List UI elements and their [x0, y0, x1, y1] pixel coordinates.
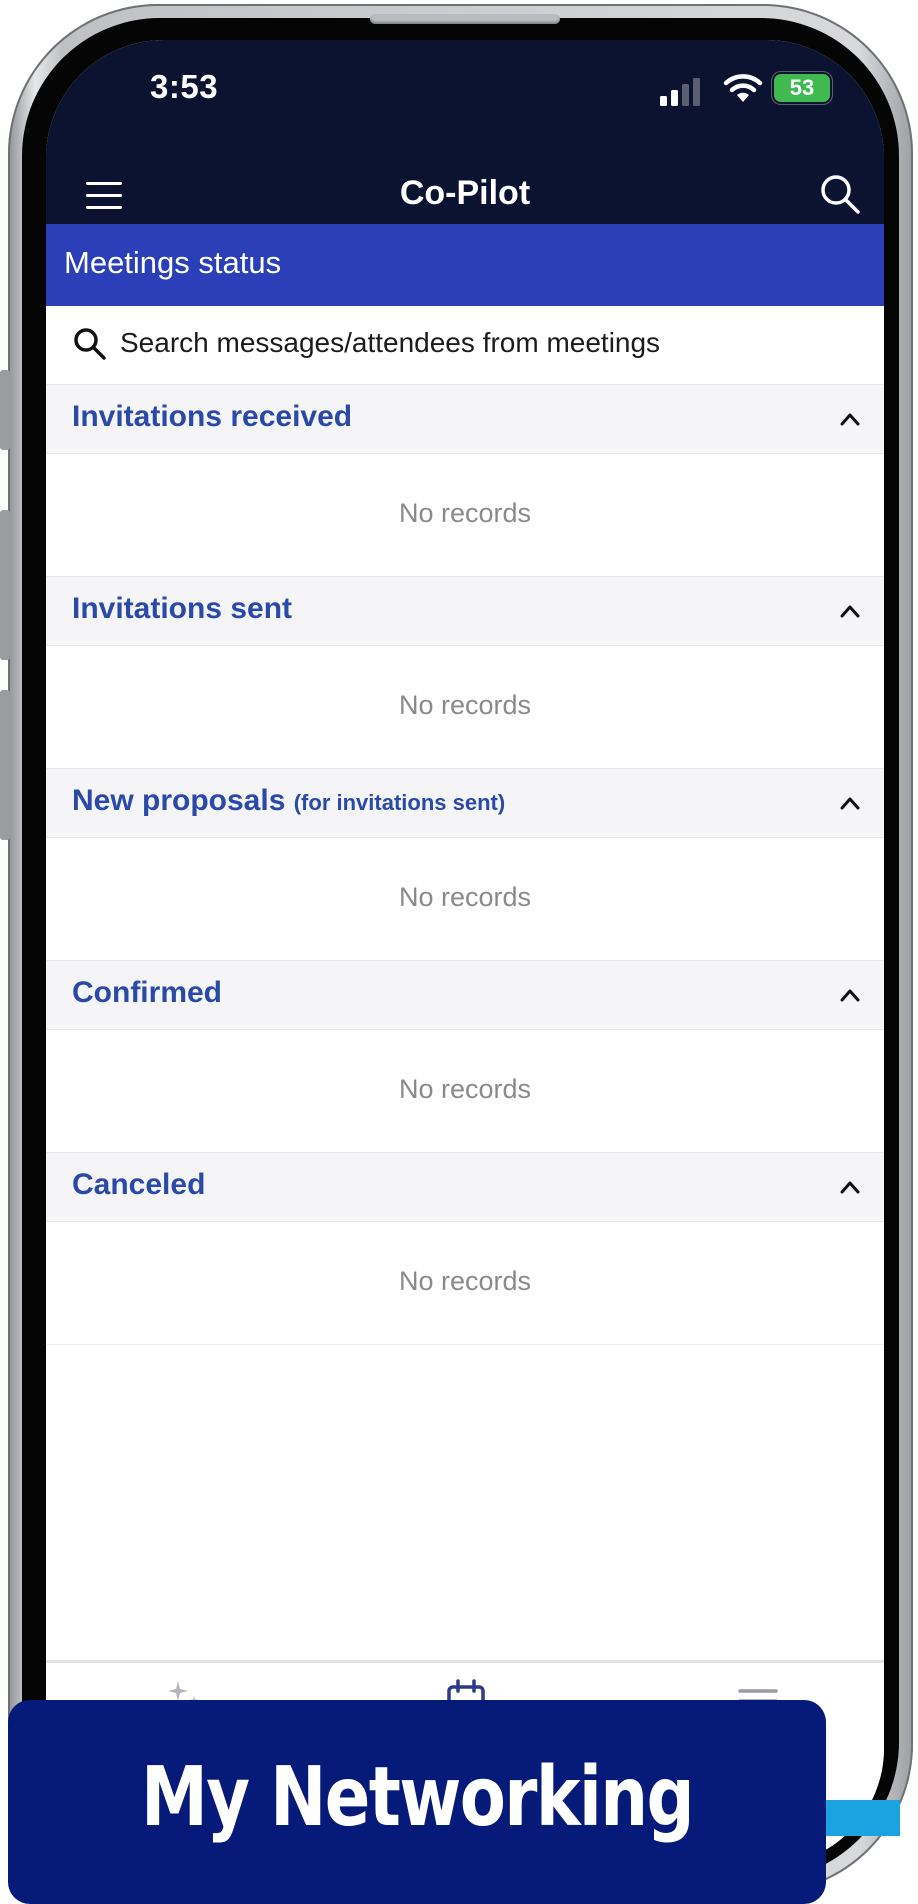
page-title: Meetings status — [64, 245, 282, 280]
section-title: Confirmed — [72, 976, 222, 1009]
promo-canvas: 3:53 53 Co-Pilot Meetings status Search … — [0, 0, 918, 1904]
section-body: No records — [46, 646, 884, 769]
section-invitations-received: Invitations received No records — [46, 384, 884, 577]
search-bar — [46, 306, 884, 384]
section-title: Invitations sent — [72, 592, 293, 625]
section-header[interactable]: New proposals (for invitations sent) — [46, 768, 884, 838]
section-confirmed: Confirmed No records — [46, 960, 884, 1153]
cellular-signal-icon — [660, 78, 700, 106]
meetings-status-banner: Meetings status — [46, 224, 884, 306]
section-body: No records — [46, 1030, 884, 1153]
section-title: New proposals (for invitations sent) — [72, 784, 506, 817]
status-time: 3:53 — [150, 68, 219, 105]
section-header[interactable]: Invitations received — [46, 384, 884, 454]
search-icon[interactable] — [818, 172, 862, 216]
section-header[interactable]: Confirmed — [46, 960, 884, 1030]
phone-screen: 3:53 53 Co-Pilot Meetings status Search … — [46, 40, 884, 1866]
mute-switch — [0, 370, 10, 450]
chevron-up-icon[interactable] — [838, 409, 862, 429]
volume-down-button — [0, 690, 10, 840]
phone-speaker — [370, 14, 560, 24]
empty-state-text: No records — [398, 882, 532, 912]
section-canceled: Canceled No records — [46, 1152, 884, 1345]
volume-up-button — [0, 510, 10, 660]
magnifier-icon — [74, 328, 106, 360]
feature-label-banner: My Networking — [8, 1700, 826, 1904]
section-invitations-sent: Invitations sent No records — [46, 576, 884, 769]
section-header[interactable]: Invitations sent — [46, 576, 884, 646]
app-title: Co-Pilot — [399, 174, 531, 212]
search-input[interactable] — [120, 322, 820, 364]
section-subtitle: (for invitations sent) — [293, 790, 506, 815]
section-title: Invitations received — [72, 400, 353, 433]
empty-state-text: No records — [398, 498, 532, 528]
battery-indicator: 53 — [774, 74, 830, 102]
section-header[interactable]: Canceled — [46, 1152, 884, 1222]
section-body: No records — [46, 1222, 884, 1345]
chevron-up-icon[interactable] — [838, 1177, 862, 1197]
empty-state-text: No records — [398, 1266, 532, 1296]
status-bar: 3:53 53 — [46, 40, 884, 168]
chevron-up-icon[interactable] — [838, 601, 862, 621]
empty-state-text: No records — [398, 690, 532, 720]
chevron-up-icon[interactable] — [838, 985, 862, 1005]
feature-label: My Networking — [140, 1750, 695, 1845]
chevron-up-icon[interactable] — [838, 793, 862, 813]
empty-state-text: No records — [398, 1074, 532, 1104]
section-new-proposals: New proposals (for invitations sent) No … — [46, 768, 884, 961]
wifi-icon — [723, 74, 763, 102]
section-title: Canceled — [72, 1168, 206, 1201]
section-body: No records — [46, 838, 884, 961]
section-body: No records — [46, 454, 884, 577]
